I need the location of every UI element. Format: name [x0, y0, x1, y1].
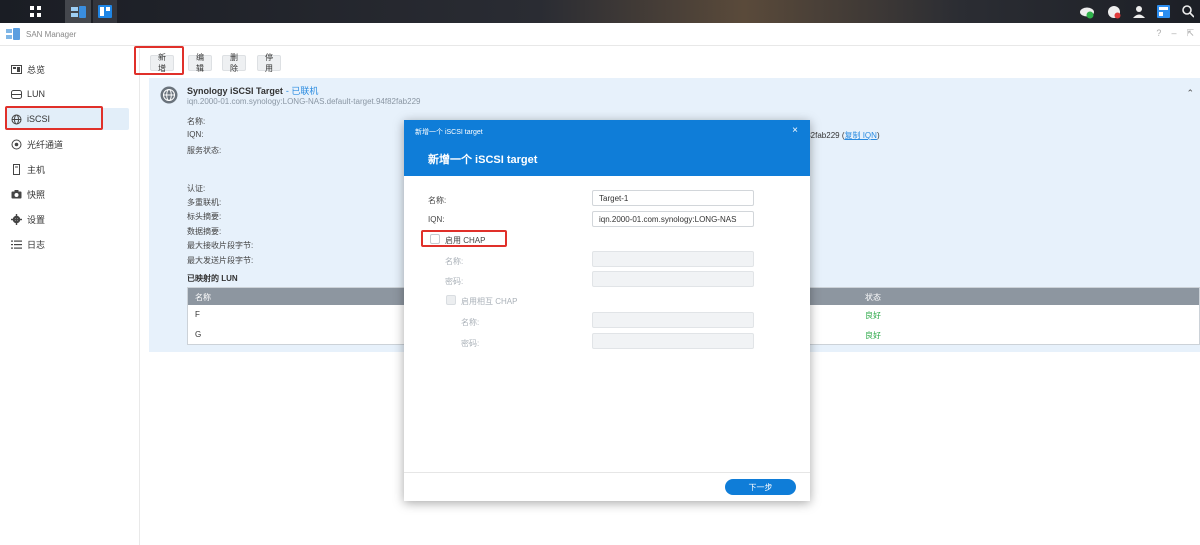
- copy-iqn-link[interactable]: 复制 IQN: [844, 131, 876, 140]
- iqn-label: IQN:: [428, 215, 445, 224]
- grid-icon: [29, 6, 41, 17]
- disable-button[interactable]: 停用: [257, 53, 281, 73]
- pin-icon[interactable]: ⇱: [1186, 28, 1194, 39]
- col-status-header[interactable]: 状态: [865, 292, 881, 303]
- window-controls: ? – ⇱: [1156, 28, 1194, 39]
- host-icon: [13, 163, 20, 175]
- highlight-add-button: [134, 46, 184, 75]
- sidebar-item-fiber-channel[interactable]: 光纤通道: [6, 133, 129, 155]
- highlight-enable-chap: [421, 230, 507, 247]
- target-name-input[interactable]: Target-1: [592, 190, 754, 206]
- sidebar-item-host[interactable]: 主机: [6, 158, 129, 180]
- sidebar-item-log[interactable]: 日志: [6, 233, 129, 255]
- fiber-channel-icon: [11, 139, 22, 149]
- target-iqn: iqn.2000-01.com.synology:LONG-NAS.defaul…: [187, 97, 421, 106]
- sidebar-item-label: 总览: [27, 64, 46, 75]
- name-label: 名称:: [428, 196, 447, 205]
- delete-button[interactable]: 删除: [222, 53, 246, 73]
- lun-icon: [11, 89, 22, 99]
- detail-label-iqn: IQN:: [187, 130, 204, 139]
- dialog-title: 新增一个 iSCSI target: [428, 154, 538, 166]
- camera-icon: [11, 189, 22, 198]
- san-manager-icon: [70, 5, 86, 18]
- dialog-window-title: 新增一个 iSCSI target: [415, 129, 483, 136]
- sidebar-item-label: 快照: [27, 189, 46, 200]
- mutual-name-label: 名称:: [461, 318, 480, 327]
- next-button[interactable]: 下一步: [725, 479, 796, 495]
- enable-mutual-chap-checkbox[interactable]: [446, 295, 456, 305]
- sidebar-item-lun[interactable]: LUN: [6, 83, 129, 105]
- detail-label-data-digest: 数据摘要:: [187, 227, 222, 236]
- notification-icon[interactable]: [1107, 5, 1121, 19]
- chap-password-input[interactable]: [592, 271, 754, 287]
- target-status: - 已联机: [285, 86, 319, 96]
- taskbar-tray: [1079, 0, 1194, 23]
- sidebar-item-label: LUN: [27, 89, 46, 99]
- detail-label-name: 名称:: [187, 117, 206, 126]
- san-manager-app-icon: [6, 28, 20, 40]
- cloud-sync-icon[interactable]: [1079, 5, 1095, 19]
- chap-password-label: 密码:: [445, 277, 464, 286]
- minimize-icon[interactable]: –: [1171, 28, 1176, 39]
- window-title-bar: SAN Manager ? – ⇱: [0, 23, 1200, 46]
- close-icon[interactable]: ×: [792, 125, 798, 136]
- help-icon[interactable]: ?: [1156, 28, 1161, 39]
- detail-label-multi-session: 多重联机:: [187, 198, 222, 207]
- taskbar: [0, 0, 1200, 23]
- sidebar-item-label: 主机: [27, 164, 46, 175]
- mutual-name-input[interactable]: [592, 312, 754, 328]
- create-target-dialog: 新增一个 iSCSI target × 新增一个 iSCSI target 名称…: [404, 120, 810, 501]
- detail-iqn-value: f82fab229 (复制 IQN): [804, 131, 880, 140]
- detail-label-max-send: 最大发送片段字节:: [187, 256, 254, 265]
- highlight-iscsi-item: [5, 106, 103, 130]
- taskbar-san-manager-button[interactable]: [65, 0, 91, 23]
- main-menu-button[interactable]: [20, 0, 50, 23]
- taskbar-app-button[interactable]: [93, 0, 117, 23]
- detail-label-service-status: 服务状态:: [187, 146, 222, 155]
- mutual-password-input[interactable]: [592, 333, 754, 349]
- window-app-icon: [98, 5, 112, 18]
- sidebar-item-overview[interactable]: 总览: [6, 58, 129, 80]
- chap-name-input[interactable]: [592, 251, 754, 267]
- detail-label-max-recv: 最大接收片段字节:: [187, 241, 254, 250]
- chap-name-label: 名称:: [445, 257, 464, 266]
- sidebar-item-snapshot[interactable]: 快照: [6, 183, 129, 205]
- widgets-icon[interactable]: [1157, 5, 1170, 18]
- target-name: Synology iSCSI Target - 已联机: [187, 84, 318, 97]
- mutual-password-label: 密码:: [461, 339, 480, 348]
- gear-icon: [11, 213, 22, 225]
- lun-name: F: [195, 310, 200, 319]
- sidebar-item-label: 日志: [27, 239, 46, 250]
- dialog-header: 新增一个 iSCSI target × 新增一个 iSCSI target: [404, 120, 810, 176]
- target-globe-icon: [160, 86, 178, 104]
- lun-status: 良好: [865, 331, 881, 340]
- iqn-input[interactable]: iqn.2000-01.com.synology:LONG-NAS: [592, 211, 754, 227]
- lun-status: 良好: [865, 311, 881, 320]
- search-icon[interactable]: [1182, 5, 1194, 18]
- dialog-footer-divider: [404, 472, 810, 473]
- detail-label-header-digest: 标头摘要:: [187, 212, 222, 221]
- app-title: SAN Manager: [26, 29, 77, 39]
- sidebar-item-label: 设置: [27, 214, 46, 225]
- edit-button[interactable]: 编辑: [188, 53, 212, 73]
- list-icon: [11, 240, 22, 249]
- lun-name: G: [195, 330, 202, 339]
- collapse-chevron-icon[interactable]: ⌃: [1186, 88, 1194, 99]
- sidebar-item-label: 光纤通道: [27, 139, 64, 150]
- target-name-text: Synology iSCSI Target: [187, 86, 283, 96]
- sidebar-item-settings[interactable]: 设置: [6, 208, 129, 230]
- mapped-lun-title: 已映射的 LUN: [187, 274, 238, 283]
- user-icon[interactable]: [1133, 5, 1145, 18]
- dashboard-icon: [11, 64, 22, 74]
- col-name-header[interactable]: 名称: [195, 292, 211, 303]
- enable-mutual-chap-label[interactable]: 启用相互 CHAP: [461, 296, 517, 307]
- detail-label-auth: 认证:: [187, 184, 206, 193]
